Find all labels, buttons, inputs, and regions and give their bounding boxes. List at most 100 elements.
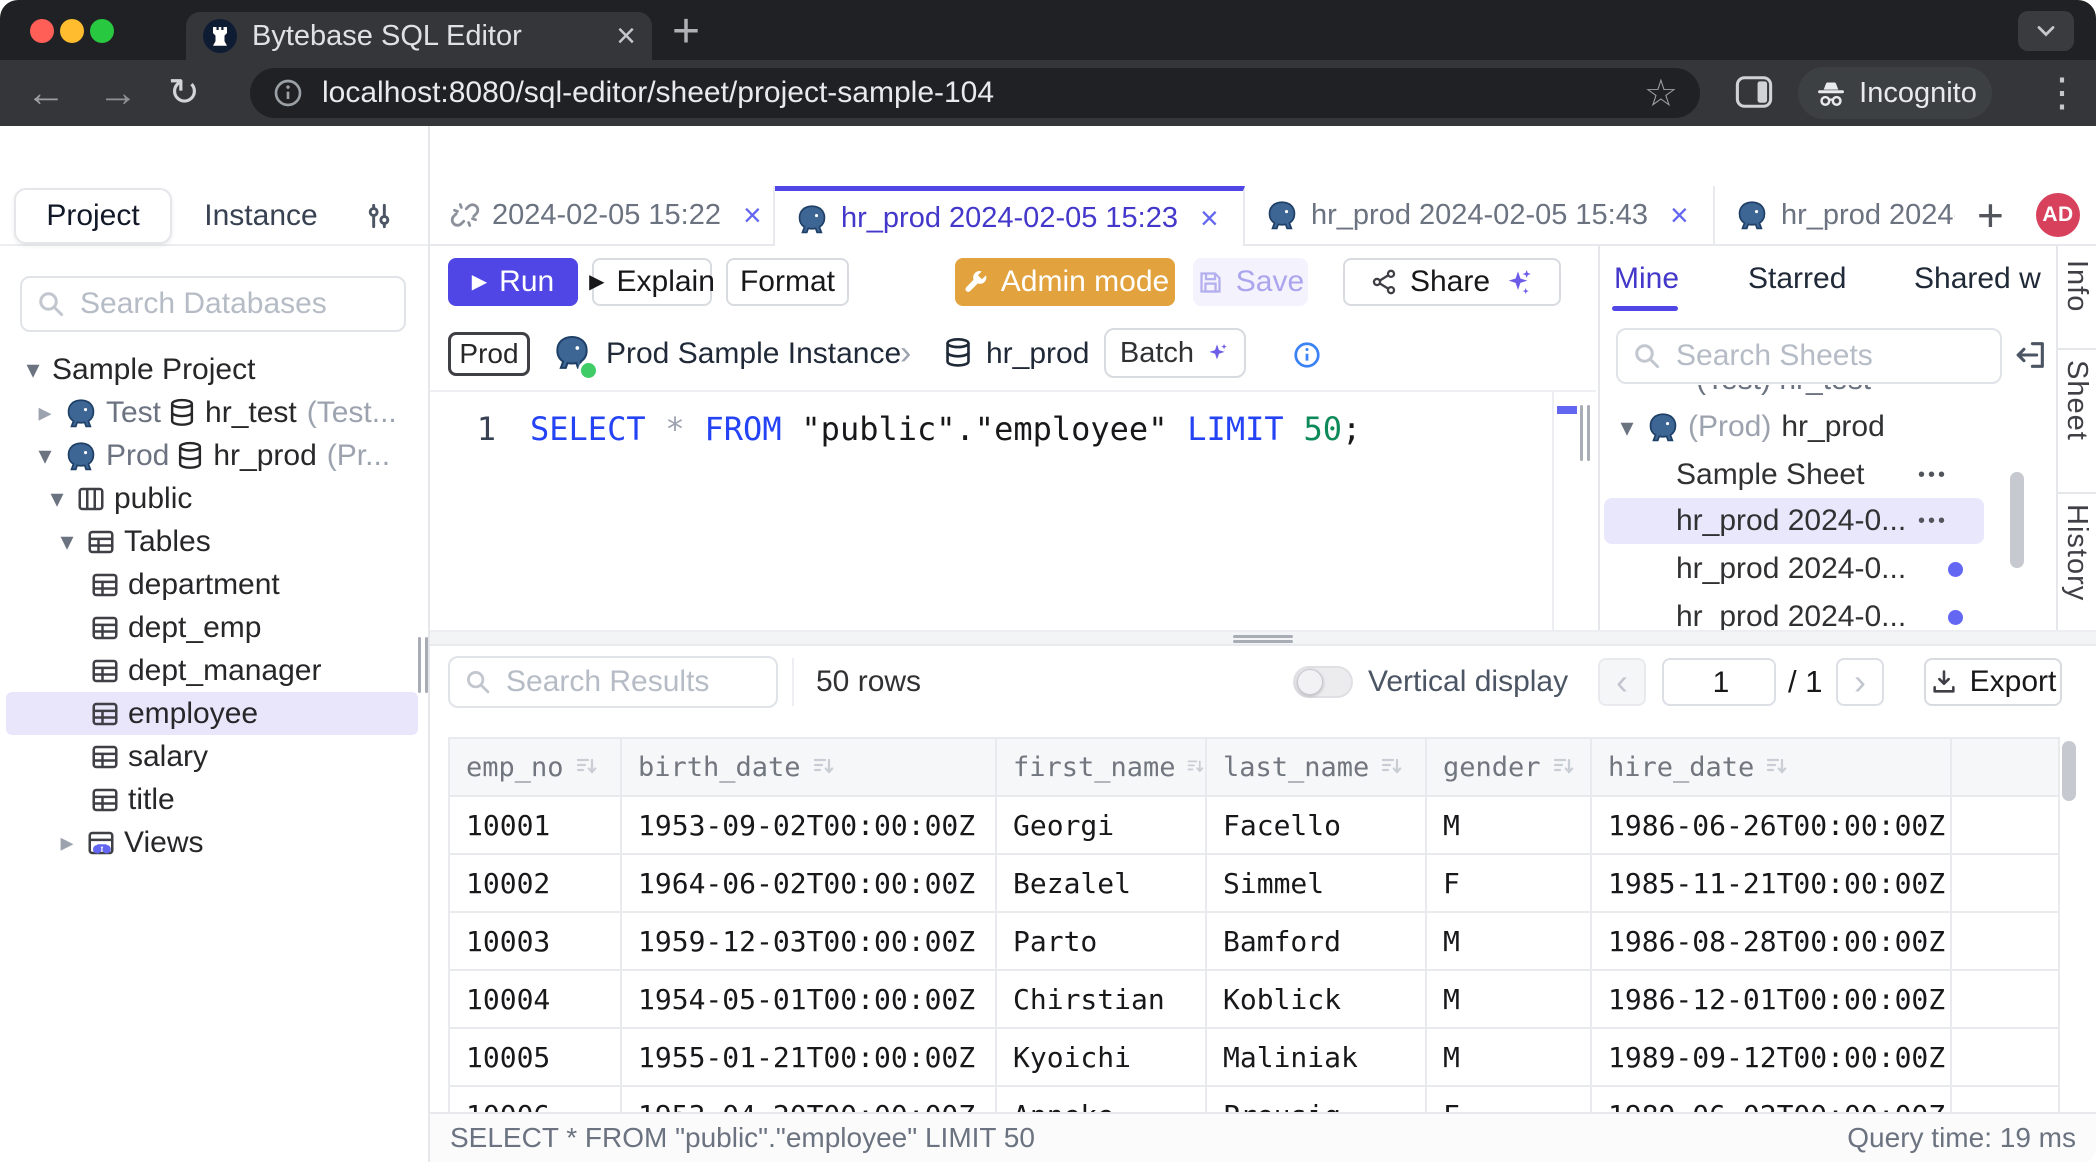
tree-item-table-employee[interactable]: employee [0,692,428,735]
tree-item-table-department[interactable]: department [0,563,428,606]
tree-item-project[interactable]: ▾ Sample Project [0,348,428,391]
close-sheet-icon[interactable]: × [743,197,762,234]
sheet-item[interactable]: hr_prod 2024-0... [1600,594,2056,630]
column-header[interactable]: gender [1427,739,1592,795]
caret-right-icon[interactable]: ▸ [32,397,58,428]
sort-icon[interactable] [811,755,837,779]
tab-search-button[interactable] [2018,11,2074,51]
page-number-field[interactable] [1662,658,1776,706]
tree-item-table-title[interactable]: title [0,778,428,821]
info-icon[interactable] [1292,340,1322,370]
side-panel-icon[interactable] [1735,75,1773,109]
sql-line[interactable]: 1SELECT*FROM"public"."employee"LIMIT50; [430,410,1361,448]
site-info-icon[interactable] [272,77,304,109]
rail-tab-info[interactable]: Info [2060,260,2093,312]
sidebar-splitter-handle[interactable] [425,637,428,693]
prev-page-button[interactable]: ‹ [1598,658,1646,706]
sort-icon[interactable] [1379,755,1405,779]
sort-icon[interactable] [1551,755,1577,779]
tree-group-views[interactable]: ▸ Views [0,821,428,864]
environment-chip[interactable]: Prod [448,332,530,376]
sheet-group-hr-prod[interactable]: ▾ (Prod) hr_prod [1600,404,2054,450]
sort-icon[interactable] [1764,755,1790,779]
sheet-item[interactable]: hr_prod 2024-0... [1600,546,2056,592]
column-header[interactable]: birth_date [622,739,997,795]
sheet-tab-1[interactable]: 2024-02-05 15:22 × [430,186,775,244]
filter-sliders-icon[interactable] [362,200,396,232]
database-search[interactable] [20,276,406,332]
caret-down-icon[interactable]: ▾ [20,354,46,385]
sheet-search-input[interactable] [1674,338,1986,374]
results-search-input[interactable] [504,664,762,700]
close-sheet-icon[interactable]: × [1670,197,1689,234]
caret-down-icon[interactable]: ▾ [44,483,70,514]
tab-shared[interactable]: Shared w [1914,262,2041,296]
column-header[interactable]: last_name [1207,739,1427,795]
export-button[interactable]: Export [1924,658,2062,706]
sheet-tab-3[interactable]: hr_prod 2024-02-05 15:43 × [1245,186,1715,244]
database-search-input[interactable] [78,286,390,322]
tree-item-schema-public[interactable]: ▾ public [0,477,428,520]
close-window-button[interactable] [30,19,54,43]
sheet-search[interactable] [1616,328,2002,384]
back-icon[interactable]: ← [26,60,66,126]
format-button[interactable]: Format [726,258,849,306]
tree-group-tables[interactable]: ▾ Tables [0,520,428,563]
bookmark-star-icon[interactable]: ☆ [1644,71,1678,116]
more-menu-icon[interactable]: ••• [1918,510,1948,533]
tab-instance[interactable]: Instance [196,188,326,244]
share-button[interactable]: Share [1343,258,1561,306]
close-tab-icon[interactable]: × [616,19,636,53]
sidebar-splitter-handle[interactable] [418,637,421,693]
sql-editor[interactable]: 1SELECT*FROM"public"."employee"LIMIT50; [430,390,1596,630]
tab-mine[interactable]: Mine [1614,262,1679,296]
sheet-item[interactable]: Sample Sheet ••• [1600,452,2056,498]
tree-item-table-dept-manager[interactable]: dept_manager [0,649,428,692]
column-header[interactable]: first_name [997,739,1207,795]
sheet-item-selected[interactable]: hr_prod 2024-0... ••• [1600,498,2056,544]
reload-icon[interactable]: ↻ [168,60,200,126]
caret-down-icon[interactable]: ▾ [1614,412,1640,443]
sheet-tab-4[interactable]: hr_prod 2024-0 [1715,186,1955,244]
run-button[interactable]: ▶ Run [448,258,578,306]
results-scrollbar[interactable] [2062,741,2076,801]
column-header[interactable]: emp_no [450,739,622,795]
page-number-input[interactable] [1664,660,1778,706]
collapse-panel-icon[interactable] [2014,338,2048,372]
rail-tab-history[interactable]: History [2060,504,2093,601]
address-bar[interactable]: localhost:8080/sql-editor/sheet/project-… [250,68,1700,118]
minimize-window-button[interactable] [60,19,84,43]
more-menu-icon[interactable]: ••• [1918,464,1948,487]
tab-starred[interactable]: Starred [1748,262,1846,296]
sheet-tab-2-active[interactable]: hr_prod 2024-02-05 15:23 × [775,186,1245,246]
admin-mode-button[interactable]: Admin mode [955,258,1175,306]
batch-button[interactable]: Batch [1104,328,1246,378]
rail-tab-sheet[interactable]: Sheet [2060,360,2093,441]
maximize-window-button[interactable] [90,19,114,43]
caret-down-icon[interactable]: ▾ [32,440,58,471]
caret-right-icon[interactable]: ▸ [54,827,80,858]
save-button[interactable]: Save [1193,258,1308,306]
sort-icon[interactable] [1186,755,1205,779]
tree-item-table-salary[interactable]: salary [0,735,428,778]
column-header[interactable]: hire_date [1592,739,1952,795]
next-page-button[interactable]: › [1836,658,1884,706]
close-sheet-icon[interactable]: × [1200,200,1219,237]
panel-splitter-handle[interactable] [1587,405,1590,461]
tree-item-hr-test[interactable]: ▸ Test hr_test (Test... [0,391,428,434]
browser-tab[interactable]: Bytebase SQL Editor × [186,12,652,60]
editor-scrollbar[interactable] [1552,392,1578,630]
instance-name[interactable]: Prod Sample Instance [606,337,901,371]
results-splitter[interactable] [430,630,2096,646]
user-avatar[interactable]: AD [2036,193,2080,237]
tree-item-table-dept-emp[interactable]: dept_emp [0,606,428,649]
forward-icon[interactable]: → [98,60,138,126]
results-search[interactable] [448,656,778,708]
explain-button[interactable]: ▶ Explain [592,258,712,306]
browser-menu-icon[interactable]: ⋮ [2042,60,2082,126]
new-sheet-button[interactable]: + [1977,188,2004,242]
vertical-display-toggle[interactable] [1293,666,1353,698]
caret-down-icon[interactable]: ▾ [54,526,80,557]
tab-project[interactable]: Project [14,188,172,244]
sheet-list-scrollbar[interactable] [2010,472,2024,568]
